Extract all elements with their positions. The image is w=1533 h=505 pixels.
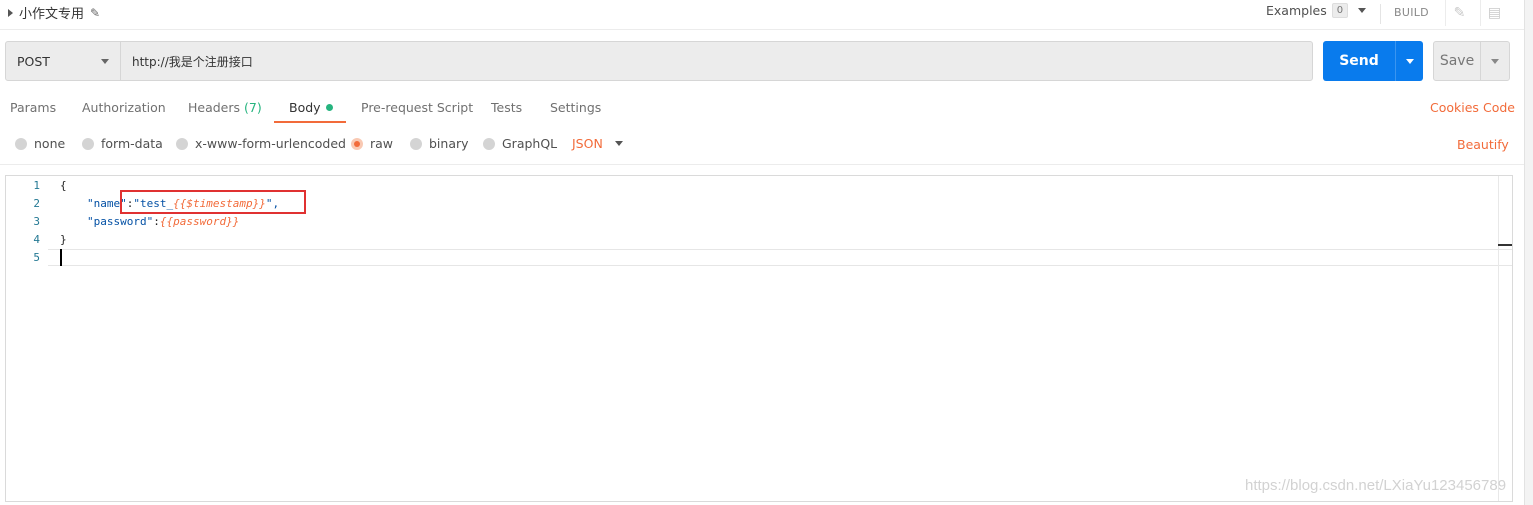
chevron-down-icon[interactable] [1358,8,1367,13]
active-tab-indicator [274,121,346,123]
body-type-form-data[interactable]: form-data [82,136,163,151]
line-number: 3 [33,215,40,228]
code-line: "password":{{password}} [87,215,239,228]
headers-count: (7) [244,100,262,115]
code-line: { [60,179,67,192]
overview-ruler-mark [1498,244,1512,246]
divider [1380,4,1381,24]
request-tabs: Params Authorization Headers (7) Body Pr… [0,92,1533,124]
line-number: 4 [33,233,40,246]
method-select[interactable]: POST [5,41,121,81]
annotation-highlight-box [120,190,306,214]
tab-tests[interactable]: Tests [491,100,522,115]
method-label: POST [17,53,50,69]
tab-authorization[interactable]: Authorization [82,100,166,115]
line-number: 5 [33,251,40,264]
expand-caret-icon[interactable] [8,8,13,17]
body-type-graphql[interactable]: GraphQL [483,136,557,151]
radio-icon[interactable] [176,137,188,150]
chevron-down-icon [1405,58,1414,64]
code-line: } [60,233,67,246]
editor-scrollbar[interactable] [1498,176,1512,501]
examples-label: Examples [1266,3,1327,18]
radio-icon[interactable] [15,137,27,150]
request-name-label: 小作文专用 [19,7,85,22]
comments-icon[interactable]: ▤ [1480,0,1508,26]
body-type-none[interactable]: none [15,136,65,151]
divider [0,164,1533,165]
window-edge [1524,0,1533,505]
text-cursor [60,249,62,266]
body-type-raw[interactable]: raw [351,136,393,151]
build-label: BUILD [1394,6,1429,19]
body-type-urlencoded[interactable]: x-www-form-urlencoded [176,136,346,151]
code-link[interactable]: Code [1483,100,1515,115]
save-button[interactable]: Save [1433,41,1481,81]
code-token: } [60,233,67,246]
cookies-link[interactable]: Cookies [1430,100,1479,115]
tab-body-label: Body [289,100,321,115]
line-number: 2 [33,197,40,210]
url-value: http://我是个注册接口 [132,54,253,69]
raw-format-label: JSON [572,136,603,151]
tab-pre-request-script[interactable]: Pre-request Script [361,100,473,115]
chevron-down-icon [101,59,109,64]
raw-format-select[interactable]: JSON [572,136,623,151]
radio-icon[interactable] [410,137,422,150]
edit-pencil-icon[interactable]: ✎ [90,6,100,20]
body-type-none-label: none [34,136,66,151]
body-type-graphql-label: GraphQL [502,136,558,151]
code-token: { [60,179,67,192]
tab-headers-label: Headers [188,100,241,115]
send-options-button[interactable] [1395,41,1423,81]
body-type-form-data-label: form-data [101,136,163,151]
request-title-bar: 小作文专用 ✎ Examples 0 BUILD ✎ ▤ [0,0,1533,30]
json-key: "password" [87,215,154,228]
send-button[interactable]: Send [1323,41,1395,81]
body-code-editor[interactable]: 1 2 3 4 5 { "name":"test_{{$timestamp}}"… [5,175,1513,502]
line-number: 1 [33,179,40,192]
tab-params[interactable]: Params [10,100,56,115]
watermark: https://blog.csdn.net/LXiaYu123456789 [1245,477,1507,494]
body-type-binary-label: binary [429,136,469,151]
examples-count-badge: 0 [1331,3,1349,18]
tab-headers[interactable]: Headers (7) [188,100,262,115]
radio-icon[interactable] [82,137,94,150]
body-type-raw-label: raw [370,136,394,151]
edit-icon[interactable]: ✎ [1445,0,1473,26]
body-indicator-dot [325,104,333,111]
body-type-options: none form-data x-www-form-urlencoded raw… [0,136,1533,154]
radio-selected-icon[interactable] [351,137,363,150]
code-token: : [153,215,160,228]
variable-token: {{password}} [159,215,240,228]
body-type-urlencoded-label: x-www-form-urlencoded [195,136,346,151]
request-name[interactable]: 小作文专用 ✎ [8,3,100,22]
current-line-highlight [48,249,1512,266]
tab-body[interactable]: Body [289,100,333,115]
beautify-link[interactable]: Beautify [1457,137,1509,152]
line-number-gutter: 1 2 3 4 5 [6,176,46,501]
chevron-down-icon [614,141,623,146]
body-type-binary[interactable]: binary [410,136,469,151]
url-input[interactable]: http://我是个注册接口 [120,41,1313,81]
save-options-button[interactable] [1480,41,1510,81]
chevron-down-icon [1491,58,1499,64]
examples-dropdown[interactable]: Examples 0 [1266,3,1367,18]
tab-settings[interactable]: Settings [550,100,601,115]
radio-icon[interactable] [483,137,495,150]
